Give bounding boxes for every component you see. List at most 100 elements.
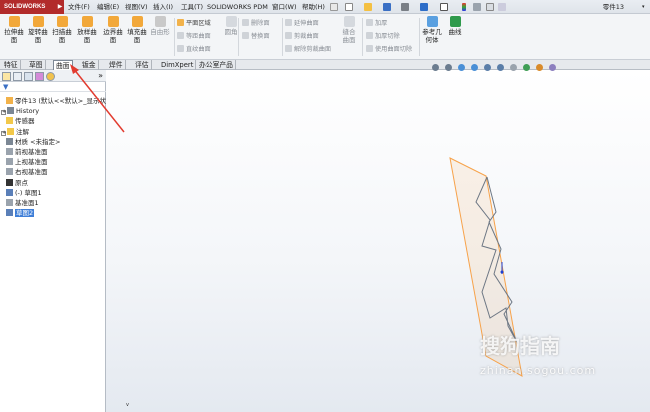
reference-geometry-button[interactable]: 参考几 何体 — [421, 16, 443, 44]
undo-icon[interactable] — [420, 3, 428, 11]
fillet-button[interactable]: 圆角 — [219, 16, 243, 36]
logo-dropdown-icon[interactable]: ▶ — [56, 0, 64, 14]
tree-filter[interactable]: ▼ — [0, 83, 106, 92]
delete-face-button[interactable]: 删除面 — [242, 18, 270, 29]
delete-face-icon — [242, 19, 249, 26]
feature-tree-item[interactable]: 原点 — [6, 178, 28, 188]
thickened-cut-button[interactable]: 加厚切除 — [366, 31, 400, 42]
thickened-cut-icon — [366, 32, 373, 39]
open-folder-icon[interactable] — [364, 3, 372, 11]
menu-file[interactable]: 文件(F) — [68, 0, 90, 14]
feature-tree-label: 材质 <未指定> — [15, 137, 61, 146]
untrim-surface-icon — [285, 45, 292, 52]
expand-panel-icon[interactable]: » — [98, 70, 103, 81]
tab-office-products[interactable]: 办公室产品 — [197, 60, 236, 70]
dimxpert-manager-icon[interactable] — [35, 72, 44, 81]
feature-tree-item[interactable]: 基准面1 — [6, 198, 39, 208]
feature-tree-item[interactable]: (-) 草图1 — [6, 188, 42, 198]
feature-tree-item[interactable]: 零件13 (默认<<默认>_显示状 — [6, 96, 106, 106]
display-manager-icon[interactable] — [46, 72, 55, 81]
feature-tree-item[interactable]: + 注解 — [1, 127, 29, 137]
expand-icon[interactable]: + — [1, 130, 6, 136]
untrim-surface-button[interactable]: 解除剪裁曲面 — [285, 44, 331, 55]
rebuild-icon[interactable] — [462, 3, 466, 11]
menu-window[interactable]: 窗口(W) — [272, 0, 297, 14]
menu-bar: SOLIDWORKS ▶ 文件(F) 编辑(E) 视图(V) 插入(I) 工具(… — [0, 0, 650, 14]
model-canvas — [449, 157, 523, 377]
tab-sheet-metal[interactable]: 钣金 — [80, 60, 99, 70]
menu-insert[interactable]: 插入(I) — [153, 0, 173, 14]
knit-surface-button[interactable]: 缝合 曲面 — [337, 16, 361, 44]
graphics-area[interactable]: 搜狗指南 zhinan.sogou.com v — [106, 64, 650, 412]
feature-tree-label: 注解 — [16, 127, 29, 136]
feature-tree-item[interactable]: 传感器 — [6, 116, 35, 126]
new-document-icon[interactable] — [345, 3, 353, 11]
filter-icon[interactable]: ▼ — [3, 83, 8, 92]
menu-view[interactable]: 视图(V) — [125, 0, 148, 14]
thicken-button[interactable]: 加厚 — [366, 18, 387, 29]
print-icon[interactable] — [401, 3, 409, 11]
title-dropdown-icon[interactable]: ▾ — [642, 0, 645, 14]
command-manager-ribbon: 拉伸曲 面旋转曲 面扫描曲 面放样曲 面边界曲 面填充曲 面自由形 平面区域 等… — [0, 14, 650, 60]
curves-button[interactable]: 曲线 — [445, 16, 465, 36]
trim-surface-icon — [285, 32, 292, 39]
origin-icon — [6, 178, 13, 186]
feature-tree-item[interactable]: 草图2 — [6, 208, 35, 218]
feature-tree-item[interactable]: 右视基准面 — [6, 167, 48, 177]
document-title: 零件13 — [602, 3, 624, 11]
filled-surface-icon — [131, 16, 143, 27]
extend-surface-button[interactable]: 延伸曲面 — [285, 18, 319, 29]
file-properties-icon[interactable] — [486, 3, 494, 11]
fillet-icon — [225, 16, 237, 27]
solidworks-logo: SOLIDWORKS — [0, 0, 60, 14]
offset-surface-button[interactable]: 等距曲面 — [177, 31, 211, 42]
tab-weldments[interactable]: 焊件 — [107, 60, 126, 70]
replace-face-button[interactable]: 替换面 — [242, 31, 270, 42]
menu-pdm[interactable]: SOLIDWORKS PDM — [207, 0, 268, 14]
feature-tree-label: 右视基准面 — [15, 168, 48, 177]
filled-surface-button[interactable]: 填充曲 面 — [125, 16, 149, 44]
trim-surface-button[interactable]: 剪裁曲面 — [285, 31, 319, 42]
extruded-surface-button[interactable]: 拉伸曲 面 — [2, 16, 26, 44]
expand-icon[interactable]: + — [1, 110, 6, 116]
options-icon[interactable] — [473, 3, 481, 11]
configuration-manager-icon[interactable] — [24, 72, 33, 81]
tab-features[interactable]: 特征 — [2, 60, 21, 70]
menu-help[interactable]: 帮助(H) — [302, 0, 325, 14]
ruled-surface-button[interactable]: 直纹曲面 — [177, 44, 211, 55]
save-icon[interactable] — [383, 3, 391, 11]
tab-evaluate[interactable]: 评估 — [133, 60, 152, 70]
property-manager-icon[interactable] — [13, 72, 22, 81]
feature-tree-item[interactable]: + History — [1, 106, 39, 116]
sketch-icon — [6, 188, 13, 196]
replace-face-icon — [242, 32, 249, 39]
feature-tree-label: History — [16, 107, 40, 116]
lofted-surface-icon — [81, 16, 93, 27]
select-icon[interactable] — [440, 3, 448, 11]
tab-surfaces[interactable]: 曲面 — [53, 60, 73, 70]
lofted-surface-button[interactable]: 放样曲 面 — [75, 16, 99, 44]
swept-surface-button[interactable]: 扫描曲 面 — [50, 16, 74, 44]
boundary-surface-button[interactable]: 边界曲 面 — [101, 16, 125, 44]
tab-dimxpert[interactable]: DimXpert — [159, 60, 197, 70]
ribbon-separator — [174, 18, 175, 56]
menu-edit[interactable]: 编辑(E) — [97, 0, 119, 14]
surface-cut-button[interactable]: 使用曲面切除 — [366, 44, 412, 55]
feature-tree-icon[interactable] — [2, 72, 11, 81]
menu-tools[interactable]: 工具(T) — [181, 0, 203, 14]
revolved-surface-button[interactable]: 旋转曲 面 — [26, 16, 50, 44]
plane-icon — [6, 148, 13, 155]
feature-tree-item[interactable]: 上视基准面 — [6, 157, 48, 167]
pin-icon[interactable] — [330, 3, 338, 11]
planar-surface-button[interactable]: 平面区域 — [177, 18, 211, 29]
curves-icon — [449, 16, 461, 27]
feature-tree-item[interactable]: 前视基准面 — [6, 147, 48, 157]
watermark-text: 搜狗指南 — [480, 334, 560, 358]
freeform-button[interactable]: 自由形 — [148, 16, 172, 36]
feature-tree-label: (-) 草图1 — [15, 188, 42, 197]
tab-sketch[interactable]: 草图 — [27, 60, 46, 70]
feature-tree-item[interactable]: 材质 <未指定> — [6, 137, 60, 147]
feature-manager-toolbar: » — [0, 70, 106, 82]
annotation-icon — [7, 127, 14, 135]
customize-icon[interactable] — [498, 3, 506, 11]
